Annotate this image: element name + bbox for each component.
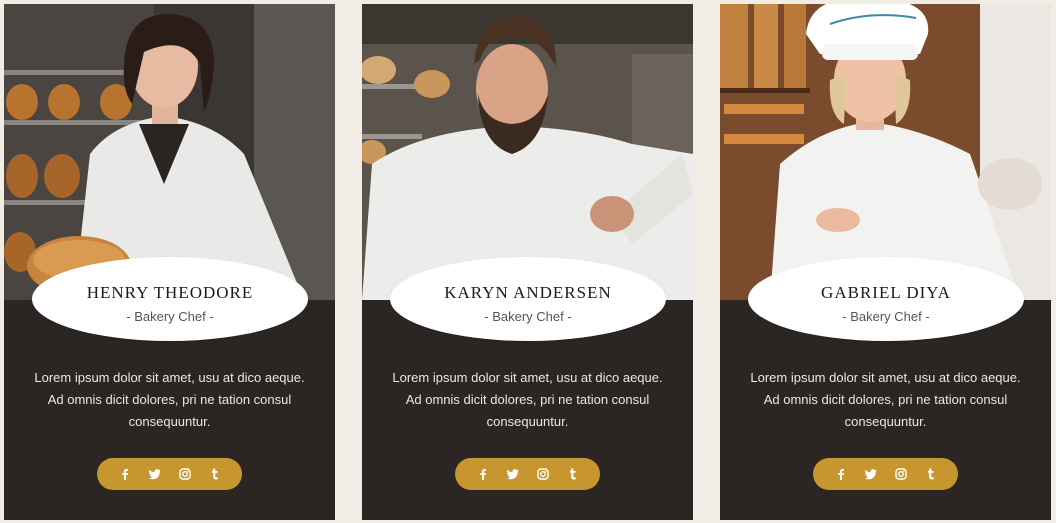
member-role: - Bakery Chef - bbox=[126, 309, 214, 324]
facebook-icon[interactable] bbox=[119, 468, 131, 480]
tumblr-icon[interactable] bbox=[925, 468, 937, 480]
member-bio: Lorem ipsum dolor sit amet, usu at dico … bbox=[750, 370, 1021, 429]
member-name: KARYN ANDERSEN bbox=[444, 283, 612, 302]
tumblr-icon[interactable] bbox=[567, 468, 579, 480]
social-links bbox=[813, 458, 958, 490]
facebook-icon[interactable] bbox=[477, 468, 489, 480]
facebook-icon[interactable] bbox=[835, 468, 847, 480]
instagram-icon[interactable] bbox=[894, 468, 907, 480]
member-role: - Bakery Chef - bbox=[484, 309, 572, 324]
member-bio: Lorem ipsum dolor sit amet, usu at dico … bbox=[34, 370, 305, 429]
team-card: KARYN ANDERSEN - Bakery Chef - Lorem ips… bbox=[362, 4, 693, 520]
twitter-icon[interactable] bbox=[506, 468, 519, 480]
instagram-icon[interactable] bbox=[178, 468, 191, 480]
member-name: HENRY THEODORE bbox=[86, 283, 254, 302]
team-member-photo bbox=[4, 4, 335, 300]
social-links bbox=[455, 458, 600, 490]
name-plate: KARYN ANDERSEN - Bakery Chef - bbox=[390, 257, 666, 341]
team-card: GABRIEL DIYA - Bakery Chef - Lorem ipsum… bbox=[720, 4, 1051, 520]
member-bio: Lorem ipsum dolor sit amet, usu at dico … bbox=[392, 370, 663, 429]
team-section: HENRY THEODORE - Bakery Chef - Lorem ips… bbox=[0, 0, 1056, 523]
member-role: - Bakery Chef - bbox=[842, 309, 930, 324]
twitter-icon[interactable] bbox=[148, 468, 161, 480]
team-card: HENRY THEODORE - Bakery Chef - Lorem ips… bbox=[4, 4, 335, 520]
twitter-icon[interactable] bbox=[864, 468, 877, 480]
name-plate: GABRIEL DIYA - Bakery Chef - bbox=[748, 257, 1024, 341]
team-member-photo bbox=[362, 4, 693, 300]
social-links bbox=[97, 458, 242, 490]
team-member-photo bbox=[720, 4, 1051, 300]
name-plate: HENRY THEODORE - Bakery Chef - bbox=[32, 257, 308, 341]
member-name: GABRIEL DIYA bbox=[821, 283, 951, 302]
instagram-icon[interactable] bbox=[536, 468, 549, 480]
tumblr-icon[interactable] bbox=[209, 468, 221, 480]
